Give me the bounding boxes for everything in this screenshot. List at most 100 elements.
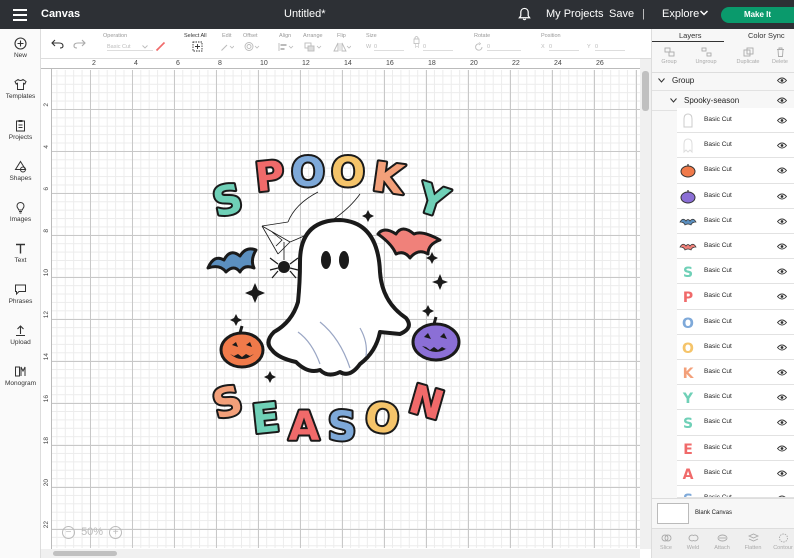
letter-o-icon[interactable]: O: [360, 392, 404, 446]
eye-icon[interactable]: [777, 142, 787, 149]
flip-icon[interactable]: [333, 42, 351, 52]
arrange-icon[interactable]: [304, 42, 322, 52]
height-field[interactable]: 0: [423, 44, 453, 51]
eye-icon[interactable]: [777, 117, 787, 124]
layer-row[interactable]: O Basic Cut: [677, 334, 794, 360]
spooky-season-artwork[interactable]: S P O O K Y S E A S O N: [200, 142, 470, 454]
contour-button[interactable]: Contour: [769, 533, 794, 551]
lock-icon[interactable]: [413, 35, 420, 44]
group-button[interactable]: Group: [655, 47, 683, 65]
eye-icon[interactable]: [777, 193, 787, 200]
layer-row[interactable]: SBasic Cut: [677, 259, 794, 285]
layer-row[interactable]: P Basic Cut: [677, 284, 794, 310]
vertical-scrollbar[interactable]: [640, 59, 651, 549]
chevron-down-icon[interactable]: [658, 78, 665, 83]
letter-o-icon[interactable]: O: [329, 148, 367, 198]
rail-item-shapes[interactable]: Shapes: [0, 160, 41, 182]
layer-row[interactable]: Basic Cut: [677, 133, 794, 159]
bell-icon[interactable]: [518, 7, 531, 21]
layer-row[interactable]: A Basic Cut: [677, 460, 794, 486]
layer-row[interactable]: Basic Cut: [677, 183, 794, 209]
rail-item-upload[interactable]: Upload: [0, 324, 41, 346]
make-it-button[interactable]: Make It: [721, 7, 794, 23]
explore-menu[interactable]: Explore: [662, 8, 699, 20]
attach-button[interactable]: Attach: [708, 533, 736, 551]
save-button[interactable]: Save: [609, 8, 634, 20]
eye-icon[interactable]: [777, 344, 787, 351]
eye-icon[interactable]: [777, 243, 787, 250]
letter-a-icon[interactable]: A: [287, 402, 322, 452]
rotate-field[interactable]: 0: [487, 44, 521, 51]
layer-row[interactable]: Y Basic Cut: [677, 385, 794, 411]
select-all-icon[interactable]: [192, 41, 203, 52]
ungroup-button[interactable]: Ungroup: [692, 47, 720, 65]
layer-row[interactable]: E Basic Cut: [677, 435, 794, 461]
eye-icon[interactable]: [777, 97, 787, 104]
blank-canvas-swatch[interactable]: [657, 503, 689, 524]
letter-p-icon[interactable]: P: [251, 151, 289, 204]
undo-icon[interactable]: [51, 39, 64, 49]
eye-icon[interactable]: [777, 445, 787, 452]
chevron-down-icon[interactable]: [670, 98, 677, 103]
menu-icon[interactable]: [13, 9, 27, 21]
eye-icon[interactable]: [777, 218, 787, 225]
document-title[interactable]: Untitled*: [284, 8, 326, 20]
delete-button[interactable]: Delete: [766, 47, 794, 65]
rail-item-monogram[interactable]: Monogram: [0, 365, 41, 387]
horizontal-scrollbar[interactable]: [41, 549, 640, 558]
pen-color-icon[interactable]: [155, 40, 167, 52]
rail-item-projects[interactable]: Projects: [0, 119, 41, 141]
scroll-thumb[interactable]: [642, 71, 649, 111]
zoom-out-button[interactable]: −: [62, 526, 75, 539]
offset-icon[interactable]: [244, 41, 260, 52]
eye-icon[interactable]: [777, 167, 787, 174]
letter-e-icon[interactable]: E: [248, 393, 284, 446]
spooky-letters[interactable]: S P O O K Y: [207, 148, 456, 230]
letter-s-icon[interactable]: S: [326, 402, 359, 452]
my-projects-link[interactable]: My Projects: [546, 8, 603, 20]
eye-icon[interactable]: [777, 419, 787, 426]
duplicate-button[interactable]: Duplicate: [734, 47, 762, 65]
zoom-in-button[interactable]: +: [109, 526, 123, 539]
eye-icon[interactable]: [777, 394, 787, 401]
layer-row[interactable]: O Basic Cut: [677, 309, 794, 335]
eye-icon[interactable]: [777, 268, 787, 275]
rail-item-images[interactable]: Images: [0, 201, 41, 223]
layer-row[interactable]: K Basic Cut: [677, 360, 794, 386]
edit-icon[interactable]: [220, 42, 234, 52]
letter-n-icon[interactable]: N: [402, 374, 451, 431]
chevron-down-icon[interactable]: [699, 8, 709, 18]
y-position-field[interactable]: 0: [595, 44, 625, 51]
tab-color-sync[interactable]: Color Sync: [748, 31, 785, 40]
layer-row[interactable]: SBasic Cut: [677, 486, 794, 498]
letter-y-icon[interactable]: Y: [408, 172, 456, 229]
eye-icon[interactable]: [777, 319, 787, 326]
rail-item-text[interactable]: Text: [0, 242, 41, 264]
align-icon[interactable]: [278, 42, 294, 52]
tab-layers[interactable]: Layers: [679, 31, 702, 40]
eye-icon[interactable]: [777, 470, 787, 477]
rail-item-phrases[interactable]: Phrases: [0, 283, 41, 305]
rail-item-new[interactable]: New: [0, 37, 41, 59]
layer-row[interactable]: Basic Cut: [677, 234, 794, 260]
layer-row[interactable]: Basic Cut: [677, 158, 794, 184]
layer-row[interactable]: Basic Cut: [677, 108, 794, 134]
redo-icon[interactable]: [73, 39, 86, 49]
rail-item-templates[interactable]: Templates: [0, 78, 41, 100]
weld-button[interactable]: Weld: [679, 533, 707, 551]
eye-icon[interactable]: [777, 369, 787, 376]
group-row[interactable]: Group: [652, 71, 794, 91]
letter-o-icon[interactable]: O: [289, 148, 327, 198]
season-letters[interactable]: S E A S O N: [206, 374, 451, 452]
x-position-field[interactable]: 0: [549, 44, 579, 51]
letter-s-icon[interactable]: S: [207, 174, 249, 229]
width-field[interactable]: 0: [374, 44, 404, 51]
eye-icon[interactable]: [777, 77, 787, 84]
layer-row[interactable]: SBasic Cut: [677, 410, 794, 436]
letter-s-icon[interactable]: S: [206, 375, 249, 431]
flatten-button[interactable]: Flatten: [739, 533, 767, 551]
letter-k-icon[interactable]: K: [368, 152, 411, 206]
slice-button[interactable]: Slice: [652, 533, 680, 551]
layer-row[interactable]: Basic Cut: [677, 208, 794, 234]
blank-canvas-row[interactable]: Blank Canvas: [652, 498, 794, 528]
